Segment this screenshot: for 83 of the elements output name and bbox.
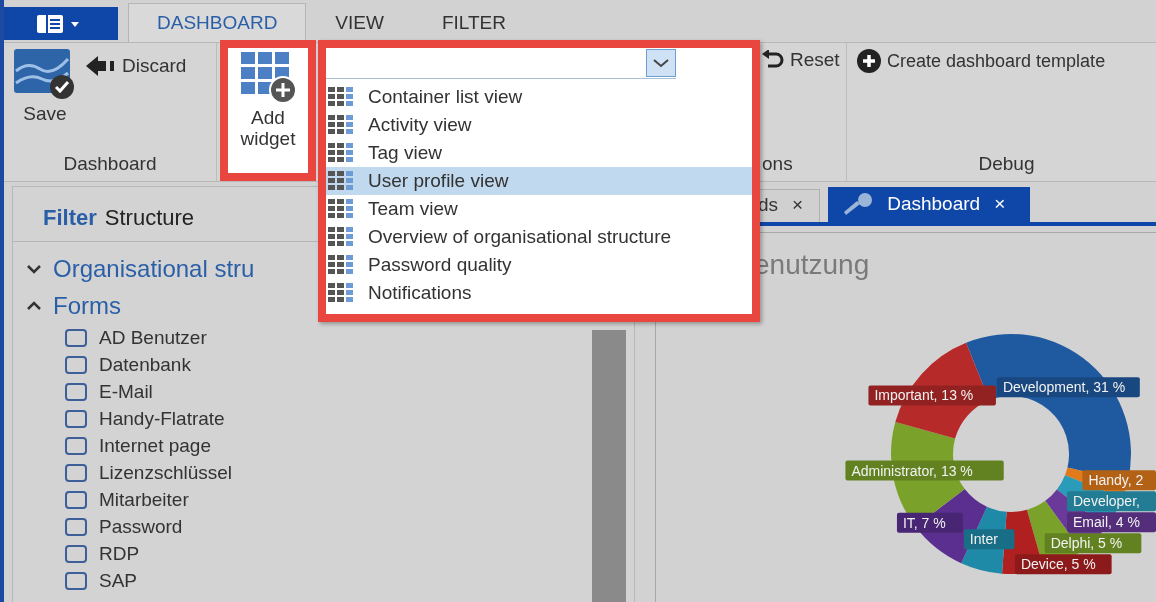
grid-icon bbox=[328, 143, 354, 163]
ribbon-tab[interactable]: DASHBOARD bbox=[128, 3, 307, 42]
checkbox[interactable] bbox=[65, 517, 87, 536]
grid-icon bbox=[328, 255, 354, 275]
checkbox[interactable] bbox=[65, 355, 87, 374]
undo-icon bbox=[762, 50, 784, 70]
reset-button[interactable]: Reset bbox=[762, 49, 840, 71]
data-label: Administrator, 13 % bbox=[851, 462, 973, 479]
grid-icon bbox=[328, 115, 354, 135]
checkbox-label: RDP bbox=[99, 542, 140, 565]
checkbox[interactable] bbox=[65, 571, 87, 590]
arrow-left-icon bbox=[86, 56, 116, 76]
ribbon-tab[interactable]: VIEW bbox=[306, 3, 413, 42]
data-label: Developer, bbox=[1073, 493, 1140, 510]
dropdown-item[interactable]: User profile view bbox=[326, 167, 752, 195]
app-menu-button[interactable] bbox=[4, 7, 118, 40]
checkbox-label: Lizenzschlüssel bbox=[99, 461, 233, 484]
group-label: Dashboard bbox=[62, 153, 158, 176]
grid-icon bbox=[328, 171, 354, 191]
data-label: Developer, bbox=[1067, 491, 1156, 512]
data-label: Development, 31 % bbox=[1002, 379, 1126, 396]
data-label: Device, 5 % bbox=[1014, 554, 1112, 575]
combo-input[interactable] bbox=[326, 48, 646, 78]
checkbox[interactable] bbox=[65, 409, 87, 428]
checkbox[interactable] bbox=[65, 328, 87, 347]
dropdown-item[interactable]: Team view bbox=[326, 195, 752, 223]
checkbox-label: E-Mail bbox=[99, 380, 153, 403]
checkbox-label: SAP bbox=[99, 569, 138, 592]
close-icon[interactable]: × bbox=[792, 194, 804, 216]
data-label: Important, 13 % bbox=[874, 387, 974, 404]
dropdown-item[interactable]: Tag view bbox=[326, 139, 752, 167]
tree-node[interactable]: Organisational stru bbox=[25, 250, 255, 287]
data-label: Delphi, 5 % bbox=[1044, 533, 1142, 554]
group-label: Debug bbox=[977, 153, 1036, 176]
dropdown-item[interactable]: Notifications bbox=[326, 279, 752, 307]
data-label: Development, 31 % bbox=[996, 377, 1140, 398]
checkbox-label: Mitarbeiter bbox=[99, 488, 189, 511]
data-label: IT, 7 % bbox=[896, 512, 963, 533]
close-icon[interactable]: × bbox=[994, 193, 1006, 215]
data-label: Handy, 2 bbox=[1088, 472, 1144, 489]
data-label: Administrator, 13 % bbox=[845, 460, 1004, 481]
chart-check-icon bbox=[14, 49, 76, 99]
plus-circle-icon bbox=[857, 49, 881, 73]
tab-label: Dashboard bbox=[887, 193, 981, 215]
checkbox[interactable] bbox=[65, 463, 87, 482]
checkbox-label: Internet page bbox=[99, 434, 211, 457]
ribbon-tab[interactable]: FILTER bbox=[412, 3, 535, 42]
create-template-button[interactable]: Create dashboard template bbox=[857, 49, 1106, 73]
dropdown-item[interactable]: Container list view bbox=[326, 83, 752, 111]
grid-icon bbox=[328, 283, 354, 303]
data-label: Delphi, 5 % bbox=[1050, 535, 1123, 552]
discard-button[interactable]: Discard bbox=[86, 55, 187, 77]
chevron-down-icon[interactable] bbox=[646, 49, 676, 77]
data-label: IT, 7 % bbox=[902, 514, 946, 531]
checkbox[interactable] bbox=[65, 490, 87, 509]
panel-tab[interactable]: Structure bbox=[104, 205, 195, 231]
data-label: Email, 4 % bbox=[1073, 514, 1140, 531]
tree-node[interactable]: Forms bbox=[25, 287, 121, 324]
data-label: Handy, 2 bbox=[1082, 470, 1156, 491]
checkbox[interactable] bbox=[65, 436, 87, 455]
data-label: Inter bbox=[969, 531, 999, 548]
data-label: Inter bbox=[963, 529, 1015, 550]
checkbox[interactable] bbox=[65, 382, 87, 401]
checkbox-label: AD Benutzer bbox=[99, 326, 207, 349]
data-label: Email, 4 % bbox=[1067, 512, 1156, 533]
document-tab[interactable]: Dashboard × bbox=[828, 187, 1031, 222]
key-icon bbox=[843, 192, 874, 216]
checkbox-label: Datenbank bbox=[99, 353, 191, 376]
panel-tab[interactable]: Filter bbox=[43, 205, 97, 231]
dropdown-item[interactable]: Password quality bbox=[326, 251, 752, 279]
data-label: Important, 13 % bbox=[868, 385, 996, 406]
grid-icon bbox=[328, 199, 354, 219]
group-label: ons bbox=[762, 153, 794, 176]
data-label: Device, 5 % bbox=[1020, 556, 1096, 573]
scrollbar[interactable] bbox=[592, 330, 626, 602]
checkbox-label: Password bbox=[99, 515, 183, 538]
checkbox-label: Handy-Flatrate bbox=[99, 407, 225, 430]
dropdown-item[interactable]: Activity view bbox=[326, 111, 752, 139]
grid-icon bbox=[328, 227, 354, 247]
save-button[interactable]: Save bbox=[14, 49, 76, 125]
dropdown-item[interactable]: Overview of organisational structure bbox=[326, 223, 752, 251]
grid-icon bbox=[328, 87, 354, 107]
checkbox[interactable] bbox=[65, 544, 87, 563]
